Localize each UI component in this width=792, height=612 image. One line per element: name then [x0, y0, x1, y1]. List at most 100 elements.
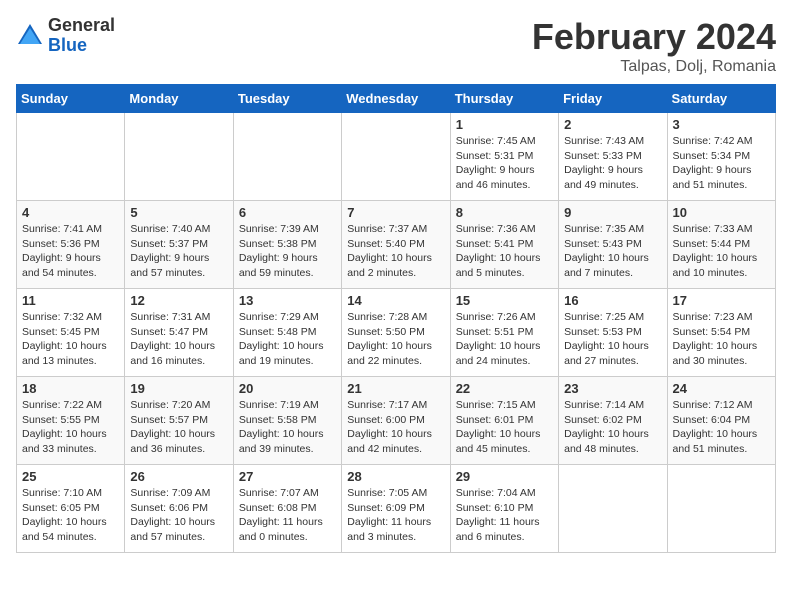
- calendar-cell: 14Sunrise: 7:28 AM Sunset: 5:50 PM Dayli…: [342, 289, 450, 377]
- logo-icon: [16, 22, 44, 50]
- calendar-header: SundayMondayTuesdayWednesdayThursdayFrid…: [17, 85, 776, 113]
- day-info: Sunrise: 7:15 AM Sunset: 6:01 PM Dayligh…: [456, 398, 553, 457]
- calendar-cell: 22 Sunrise: 7:15 AM Sunset: 6:01 PM Dayli…: [450, 377, 558, 465]
- calendar-cell: 24Sunrise: 7:12 AM Sunset: 6:04 PM Dayli…: [667, 377, 775, 465]
- day-info: Sunrise: 7:20 AM Sunset: 5:57 PM Dayligh…: [130, 398, 227, 457]
- week-row-3: 18 Sunrise: 7:22 AM Sunset: 5:55 PM Dayli…: [17, 377, 776, 465]
- day-number: 4: [22, 205, 119, 220]
- day-info: Sunrise: 7:42 AM Sunset: 5:34 PM Dayligh…: [673, 134, 770, 193]
- day-info: Sunrise: 7:45 AM Sunset: 5:31 PM Dayligh…: [456, 134, 553, 193]
- calendar-cell: 29 Sunrise: 7:04 AM Sunset: 6:10 PM Dayli…: [450, 465, 558, 553]
- day-number: 20: [239, 381, 336, 396]
- day-number: 24: [673, 381, 770, 396]
- day-info: Sunrise: 7:43 AM Sunset: 5:33 PM Dayligh…: [564, 134, 661, 193]
- day-info: Sunrise: 7:26 AM Sunset: 5:51 PM Dayligh…: [456, 310, 553, 369]
- day-number: 28: [347, 469, 444, 484]
- calendar-cell: 23 Sunrise: 7:14 AM Sunset: 6:02 PM Dayli…: [559, 377, 667, 465]
- calendar-cell: 17 Sunrise: 7:23 AM Sunset: 5:54 PM Dayli…: [667, 289, 775, 377]
- calendar-cell: 28 Sunrise: 7:05 AM Sunset: 6:09 PM Dayli…: [342, 465, 450, 553]
- day-number: 8: [456, 205, 553, 220]
- day-info: Sunrise: 7:10 AM Sunset: 6:05 PM Dayligh…: [22, 486, 119, 545]
- calendar-body: 1 Sunrise: 7:45 AM Sunset: 5:31 PM Daylig…: [17, 113, 776, 553]
- day-number: 21: [347, 381, 444, 396]
- calendar-subtitle: Talpas, Dolj, Romania: [532, 58, 776, 76]
- page-header: General Blue February 2024 Talpas, Dolj,…: [16, 16, 776, 76]
- day-info: Sunrise: 7:05 AM Sunset: 6:09 PM Dayligh…: [347, 486, 444, 545]
- week-row-2: 11 Sunrise: 7:32 AM Sunset: 5:45 PM Dayli…: [17, 289, 776, 377]
- day-number: 11: [22, 293, 119, 308]
- calendar-cell: 10Sunrise: 7:33 AM Sunset: 5:44 PM Dayli…: [667, 201, 775, 289]
- day-info: Sunrise: 7:09 AM Sunset: 6:06 PM Dayligh…: [130, 486, 227, 545]
- header-row: SundayMondayTuesdayWednesdayThursdayFrid…: [17, 85, 776, 113]
- calendar-cell: 26 Sunrise: 7:09 AM Sunset: 6:06 PM Dayli…: [125, 465, 233, 553]
- day-info: Sunrise: 7:29 AM Sunset: 5:48 PM Dayligh…: [239, 310, 336, 369]
- calendar-cell: 16 Sunrise: 7:25 AM Sunset: 5:53 PM Dayli…: [559, 289, 667, 377]
- header-tuesday: Tuesday: [233, 85, 341, 113]
- day-number: 26: [130, 469, 227, 484]
- day-info: Sunrise: 7:37 AM Sunset: 5:40 PM Dayligh…: [347, 222, 444, 281]
- day-info: Sunrise: 7:25 AM Sunset: 5:53 PM Dayligh…: [564, 310, 661, 369]
- calendar-cell: 18 Sunrise: 7:22 AM Sunset: 5:55 PM Dayli…: [17, 377, 125, 465]
- title-area: February 2024 Talpas, Dolj, Romania: [532, 16, 776, 76]
- calendar-cell: 19 Sunrise: 7:20 AM Sunset: 5:57 PM Dayli…: [125, 377, 233, 465]
- header-friday: Friday: [559, 85, 667, 113]
- logo-general-text: General: [48, 16, 115, 36]
- day-info: Sunrise: 7:14 AM Sunset: 6:02 PM Dayligh…: [564, 398, 661, 457]
- day-info: Sunrise: 7:39 AM Sunset: 5:38 PM Dayligh…: [239, 222, 336, 281]
- day-number: 29: [456, 469, 553, 484]
- day-info: Sunrise: 7:22 AM Sunset: 5:55 PM Dayligh…: [22, 398, 119, 457]
- day-number: 25: [22, 469, 119, 484]
- header-saturday: Saturday: [667, 85, 775, 113]
- logo-text: General Blue: [48, 16, 115, 56]
- day-info: Sunrise: 7:23 AM Sunset: 5:54 PM Dayligh…: [673, 310, 770, 369]
- day-number: 12: [130, 293, 227, 308]
- day-number: 7: [347, 205, 444, 220]
- calendar-cell: 27 Sunrise: 7:07 AM Sunset: 6:08 PM Dayli…: [233, 465, 341, 553]
- day-info: Sunrise: 7:41 AM Sunset: 5:36 PM Dayligh…: [22, 222, 119, 281]
- day-info: Sunrise: 7:07 AM Sunset: 6:08 PM Dayligh…: [239, 486, 336, 545]
- day-number: 10: [673, 205, 770, 220]
- day-number: 22: [456, 381, 553, 396]
- week-row-0: 1 Sunrise: 7:45 AM Sunset: 5:31 PM Daylig…: [17, 113, 776, 201]
- day-number: 2: [564, 117, 661, 132]
- header-wednesday: Wednesday: [342, 85, 450, 113]
- day-info: Sunrise: 7:17 AM Sunset: 6:00 PM Dayligh…: [347, 398, 444, 457]
- calendar-cell: 3 Sunrise: 7:42 AM Sunset: 5:34 PM Daylig…: [667, 113, 775, 201]
- header-thursday: Thursday: [450, 85, 558, 113]
- day-info: Sunrise: 7:19 AM Sunset: 5:58 PM Dayligh…: [239, 398, 336, 457]
- calendar-cell: 8Sunrise: 7:36 AM Sunset: 5:41 PM Daylig…: [450, 201, 558, 289]
- calendar-title: February 2024: [532, 16, 776, 58]
- week-row-4: 25 Sunrise: 7:10 AM Sunset: 6:05 PM Dayli…: [17, 465, 776, 553]
- day-number: 1: [456, 117, 553, 132]
- day-number: 23: [564, 381, 661, 396]
- logo-blue-text: Blue: [48, 36, 115, 56]
- week-row-1: 4 Sunrise: 7:41 AM Sunset: 5:36 PM Daylig…: [17, 201, 776, 289]
- calendar-cell: 9Sunrise: 7:35 AM Sunset: 5:43 PM Daylig…: [559, 201, 667, 289]
- logo: General Blue: [16, 16, 115, 56]
- calendar-cell: 2 Sunrise: 7:43 AM Sunset: 5:33 PM Daylig…: [559, 113, 667, 201]
- header-monday: Monday: [125, 85, 233, 113]
- day-info: Sunrise: 7:40 AM Sunset: 5:37 PM Dayligh…: [130, 222, 227, 281]
- day-number: 3: [673, 117, 770, 132]
- calendar-cell: 20 Sunrise: 7:19 AM Sunset: 5:58 PM Dayli…: [233, 377, 341, 465]
- day-info: Sunrise: 7:31 AM Sunset: 5:47 PM Dayligh…: [130, 310, 227, 369]
- day-number: 17: [673, 293, 770, 308]
- day-info: Sunrise: 7:04 AM Sunset: 6:10 PM Dayligh…: [456, 486, 553, 545]
- calendar-cell: 6 Sunrise: 7:39 AM Sunset: 5:38 PM Daylig…: [233, 201, 341, 289]
- calendar-cell: [667, 465, 775, 553]
- day-number: 27: [239, 469, 336, 484]
- calendar-cell: 25 Sunrise: 7:10 AM Sunset: 6:05 PM Dayli…: [17, 465, 125, 553]
- day-number: 13: [239, 293, 336, 308]
- calendar-cell: 4 Sunrise: 7:41 AM Sunset: 5:36 PM Daylig…: [17, 201, 125, 289]
- calendar-cell: 11 Sunrise: 7:32 AM Sunset: 5:45 PM Dayli…: [17, 289, 125, 377]
- calendar-cell: 7 Sunrise: 7:37 AM Sunset: 5:40 PM Daylig…: [342, 201, 450, 289]
- day-number: 15: [456, 293, 553, 308]
- calendar-cell: [559, 465, 667, 553]
- day-info: Sunrise: 7:32 AM Sunset: 5:45 PM Dayligh…: [22, 310, 119, 369]
- day-number: 16: [564, 293, 661, 308]
- day-number: 6: [239, 205, 336, 220]
- calendar-cell: [17, 113, 125, 201]
- day-number: 18: [22, 381, 119, 396]
- calendar-cell: [233, 113, 341, 201]
- day-number: 19: [130, 381, 227, 396]
